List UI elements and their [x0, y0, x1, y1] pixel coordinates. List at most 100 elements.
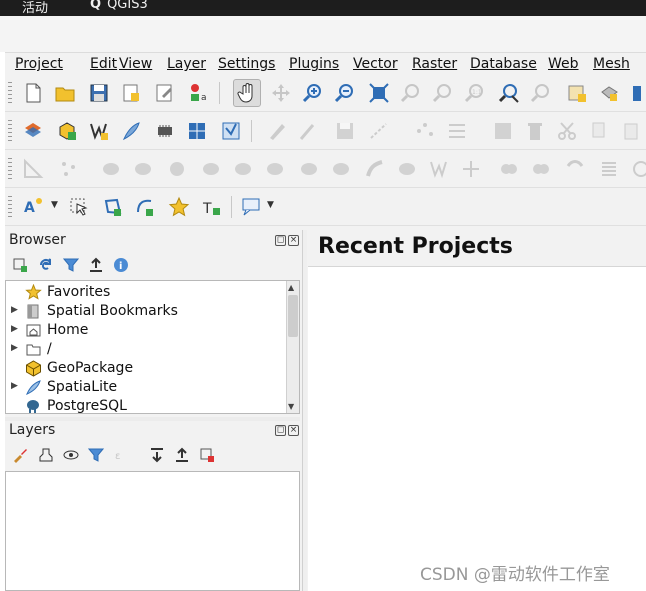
new-map-view-icon[interactable] — [563, 79, 591, 107]
delete-part-icon[interactable] — [229, 155, 257, 183]
simplify-feature-icon[interactable] — [361, 155, 389, 183]
add-ring-icon[interactable] — [97, 155, 125, 183]
collapse-all-icon[interactable] — [171, 444, 193, 466]
add-group-icon[interactable] — [35, 444, 57, 466]
delete-selected-icon[interactable] — [521, 117, 549, 145]
refresh-icon[interactable] — [35, 254, 57, 276]
merge-features-icon[interactable] — [495, 155, 523, 183]
select-features-icon[interactable] — [65, 193, 93, 221]
split-parts-icon[interactable] — [457, 155, 485, 183]
new-project-icon[interactable] — [19, 79, 47, 107]
collapse-all-icon[interactable] — [85, 254, 107, 276]
expand-arrow-icon[interactable]: ▶ — [11, 324, 18, 334]
reshape-features-icon[interactable] — [261, 155, 289, 183]
fill-ring-icon[interactable] — [163, 155, 191, 183]
menu-settings[interactable]: Settings — [218, 56, 275, 72]
add-part-icon[interactable] — [129, 155, 157, 183]
reverse-line-icon[interactable] — [327, 155, 355, 183]
menu-view[interactable]: View — [119, 56, 152, 72]
chevron-down-icon[interactable]: ▼ — [267, 200, 274, 210]
expand-arrow-icon[interactable]: ▶ — [11, 381, 18, 391]
scroll-down-icon[interactable]: ▼ — [288, 402, 294, 411]
filter-icon[interactable] — [60, 254, 82, 276]
attribute-table-icon[interactable] — [595, 155, 623, 183]
tree-item-postgresql[interactable]: PostgreSQL — [6, 397, 286, 413]
remove-layer-icon[interactable] — [196, 444, 218, 466]
zoom-full-icon[interactable] — [365, 79, 393, 107]
browser-scrollbar[interactable]: ▲ ▼ — [286, 281, 299, 413]
cad-tools-icon[interactable] — [19, 155, 47, 183]
label-toolbar-icon[interactable]: A — [19, 193, 47, 221]
offset-curve-icon[interactable] — [295, 155, 323, 183]
layers-tree[interactable] — [5, 471, 300, 591]
save-project-icon[interactable] — [85, 79, 113, 107]
map-tips-icon[interactable] — [237, 193, 265, 221]
paste-features-icon[interactable] — [617, 117, 645, 145]
rotate-feature-icon[interactable] — [627, 155, 646, 183]
add-selected-layers-icon[interactable] — [9, 254, 31, 276]
data-source-manager-icon[interactable] — [19, 117, 47, 145]
new-spatialite-layer-icon[interactable] — [117, 117, 145, 145]
expand-arrow-icon[interactable]: ▶ — [11, 343, 18, 353]
tree-item-home[interactable]: ▶ Home — [6, 321, 286, 340]
close-panel-icon[interactable]: × — [288, 235, 299, 246]
toolbar-grip[interactable] — [8, 120, 12, 142]
expand-all-icon[interactable] — [146, 444, 168, 466]
digitize-curve-icon[interactable] — [131, 193, 159, 221]
cut-features-icon[interactable] — [553, 117, 581, 145]
zoom-next-icon[interactable] — [527, 79, 555, 107]
activities-label[interactable]: 活动 — [22, 0, 48, 16]
close-panel-icon[interactable]: × — [288, 425, 299, 436]
tree-item-spatialite[interactable]: ▶ SpatiaLite — [6, 378, 286, 397]
chevron-down-icon[interactable]: ▼ — [51, 200, 58, 210]
menu-vector[interactable]: Vector — [353, 56, 398, 72]
app-name[interactable]: Q QGIS3 — [90, 0, 148, 12]
open-project-icon[interactable] — [51, 79, 79, 107]
zoom-to-layer-icon[interactable] — [429, 79, 457, 107]
scrollbar-thumb[interactable] — [288, 295, 298, 337]
new-virtual-layer-icon[interactable] — [183, 117, 211, 145]
current-edits-icon[interactable] — [263, 117, 291, 145]
menu-edit[interactable]: Edit — [90, 56, 117, 72]
expand-arrow-icon[interactable]: ▶ — [11, 305, 18, 315]
new-geopackage-layer-icon[interactable] — [53, 117, 81, 145]
tree-item-root[interactable]: ▶ / — [6, 340, 286, 359]
tree-item-spatial-bookmarks[interactable]: ▶ Spatial Bookmarks — [6, 302, 286, 321]
menu-web[interactable]: Web — [548, 56, 579, 72]
multi-edit-icon[interactable] — [443, 117, 471, 145]
split-features-icon[interactable] — [393, 155, 421, 183]
float-panel-icon[interactable]: ◻ — [275, 425, 286, 436]
style-manager-icon[interactable]: a — [185, 79, 213, 107]
open-field-calculator-icon[interactable] — [217, 117, 245, 145]
manage-visibility-icon[interactable] — [60, 444, 82, 466]
new-print-layout-icon[interactable] — [117, 79, 145, 107]
favorites-star-icon[interactable] — [165, 193, 193, 221]
new-shapefile-layer-icon[interactable] — [85, 117, 113, 145]
zoom-native-icon[interactable]: 1:1 — [461, 79, 489, 107]
tree-item-geopackage[interactable]: GeoPackage — [6, 359, 286, 378]
toolbar-grip[interactable] — [8, 158, 12, 180]
zoom-last-icon[interactable] — [495, 79, 523, 107]
pan-to-selection-icon[interactable] — [267, 79, 295, 107]
rotate-symbols-icon[interactable] — [561, 155, 589, 183]
toolbar-grip[interactable] — [8, 196, 12, 218]
layout-manager-icon[interactable] — [151, 79, 179, 107]
scroll-up-icon[interactable]: ▲ — [288, 283, 294, 292]
menu-layer[interactable]: Layer — [167, 56, 206, 72]
zoom-to-selection-icon[interactable] — [397, 79, 425, 107]
text-annotation-icon[interactable]: T — [197, 193, 225, 221]
menu-database[interactable]: Database — [470, 56, 537, 72]
menu-raster[interactable]: Raster — [412, 56, 457, 72]
modify-attributes-icon[interactable] — [489, 117, 517, 145]
vertex-editor-icon[interactable] — [425, 155, 453, 183]
pan-map-icon[interactable] — [233, 79, 261, 107]
filter-legend-icon[interactable] — [85, 444, 107, 466]
toggle-editing-icon[interactable] — [293, 117, 321, 145]
tree-item-favorites[interactable]: Favorites — [6, 283, 286, 302]
open-layer-styling-icon[interactable] — [9, 444, 31, 466]
merge-attributes-icon[interactable] — [527, 155, 555, 183]
panel-splitter[interactable] — [5, 417, 300, 421]
zoom-out-icon[interactable] — [331, 79, 359, 107]
float-panel-icon[interactable]: ◻ — [275, 235, 286, 246]
delete-ring-icon[interactable] — [197, 155, 225, 183]
